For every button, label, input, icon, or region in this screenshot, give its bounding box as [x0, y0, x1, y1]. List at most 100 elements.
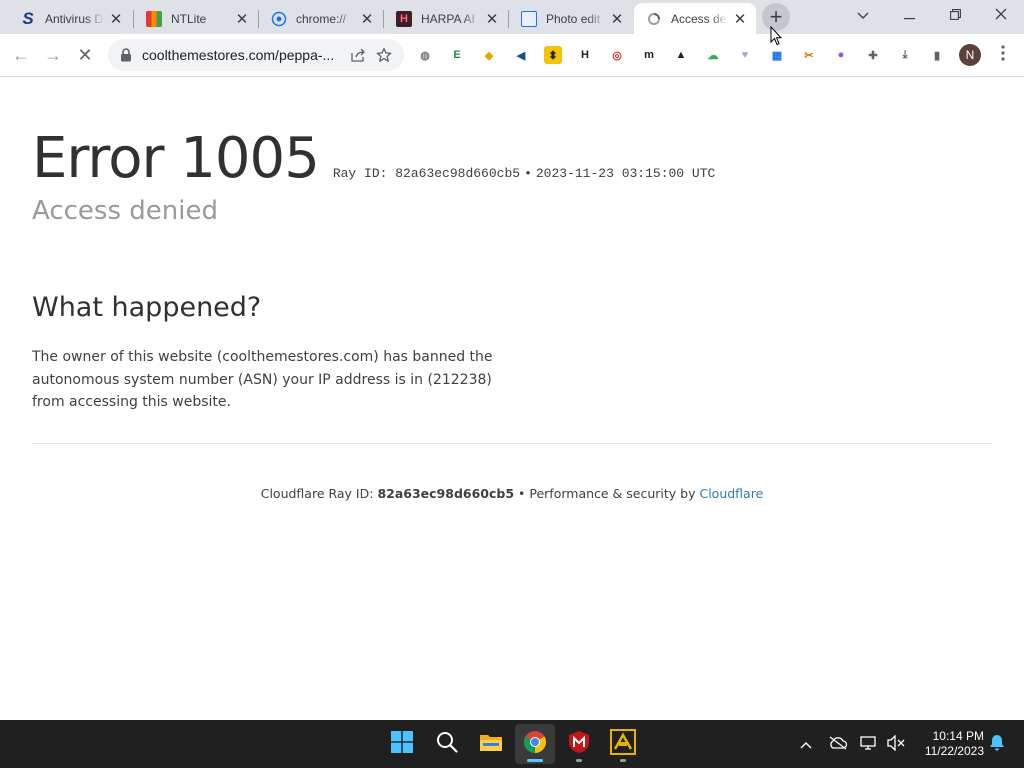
address-bar[interactable]: coolthemestores.com/peppa-...	[108, 39, 404, 71]
mask-extension-icon[interactable]: ▲	[672, 46, 690, 64]
file-explorer-icon	[479, 732, 503, 757]
ntlite-taskbar-button[interactable]	[603, 724, 643, 764]
close-tab-icon[interactable]: ✕	[359, 11, 375, 28]
loading-icon	[646, 11, 662, 27]
volume-tray-button[interactable]	[884, 732, 908, 756]
what-happened-heading: What happened?	[32, 292, 262, 323]
footer-separator: •	[514, 486, 530, 501]
tab-ntlite[interactable]: NTLite ✕	[134, 3, 258, 34]
tab-title: Photo edit	[546, 11, 601, 26]
network-icon	[860, 735, 878, 754]
search-button[interactable]	[427, 724, 467, 764]
menu-button[interactable]	[988, 40, 1018, 70]
chevron-down-icon	[857, 7, 869, 23]
close-tab-icon[interactable]: ✕	[609, 11, 625, 28]
target-extension-icon[interactable]: ◎	[608, 46, 626, 64]
close-window-button[interactable]	[978, 0, 1024, 30]
harpa-icon: H	[396, 10, 412, 27]
megaphone-extension-icon[interactable]: ◀	[512, 46, 530, 64]
stop-loading-button[interactable]: ✕	[70, 40, 100, 70]
tab-antivirus[interactable]: S Antivirus D ✕	[8, 3, 132, 34]
close-tab-icon[interactable]: ✕	[108, 11, 124, 28]
notifications-button[interactable]	[985, 732, 1009, 756]
cloudflare-footer: Cloudflare Ray ID: 82a63ec98d660cb5 • Pe…	[0, 486, 1024, 501]
tab-title: Access der	[671, 11, 728, 26]
back-button[interactable]: ←	[6, 40, 36, 70]
footer-ray-id: 82a63ec98d660cb5	[377, 486, 515, 501]
timestamp: 2023-11-23 03:15:00 UTC	[535, 166, 716, 181]
close-tab-icon[interactable]: ✕	[732, 11, 748, 28]
ray-id: Ray ID: 82a63ec98d660cb5	[332, 166, 521, 181]
restore-button[interactable]	[932, 0, 978, 30]
ntlite-icon	[146, 10, 162, 27]
running-indicator	[620, 759, 626, 762]
volume-muted-icon	[887, 733, 905, 754]
shield-extension-icon[interactable]: ◆	[480, 46, 498, 64]
close-tab-icon[interactable]: ✕	[484, 11, 500, 28]
cloudflare-link[interactable]: Cloudflare	[699, 486, 763, 501]
heart-extension-icon[interactable]: ♥	[736, 46, 754, 64]
mcafee-taskbar-button[interactable]	[559, 724, 599, 764]
show-hidden-icons-button[interactable]	[794, 732, 818, 756]
error-title: Error 1005	[32, 126, 320, 191]
forward-arrow-icon: →	[44, 44, 62, 65]
tab-chrome-page[interactable]: chrome:// ✕	[259, 3, 383, 34]
tab-title: chrome://	[296, 11, 347, 26]
active-indicator	[527, 759, 543, 762]
arrows-extension-icon[interactable]: ⬍	[544, 46, 562, 64]
cloud-extension-icon[interactable]: ☁	[704, 46, 722, 64]
running-indicator	[576, 759, 582, 762]
onedrive-tray-button[interactable]	[826, 732, 850, 756]
close-tab-icon[interactable]: ✕	[234, 11, 250, 28]
back-arrow-icon: ←	[12, 44, 30, 65]
lock-icon[interactable]	[120, 48, 134, 62]
windows-start-icon	[391, 730, 413, 758]
search-icon	[436, 731, 458, 758]
divider	[32, 443, 992, 444]
mouse-cursor-icon	[770, 26, 782, 46]
puzzle-extensions-icon[interactable]: ✚	[864, 46, 882, 64]
bell-icon	[989, 734, 1005, 754]
evernote-extension-icon[interactable]: E	[448, 46, 466, 64]
harpa-extension-icon[interactable]: H	[576, 46, 594, 64]
file-explorer-button[interactable]	[471, 724, 511, 764]
minimize-button[interactable]	[886, 0, 932, 30]
chrome-page-icon	[271, 11, 287, 27]
tab-search-button[interactable]	[840, 0, 886, 30]
tab-access-denied[interactable]: Access der ✕	[634, 3, 756, 34]
footer-performance: Performance & security by	[529, 486, 700, 501]
tab-title: Antivirus D	[45, 11, 104, 26]
image-extension-icon[interactable]: ▦	[768, 46, 786, 64]
mcafee-icon	[568, 730, 590, 759]
cloud-off-icon	[828, 735, 848, 753]
download-icon[interactable]: ⤓	[896, 46, 914, 64]
clock-date: 11/22/2023	[924, 744, 984, 758]
footer-ray-label: Cloudflare Ray ID:	[260, 486, 378, 501]
color-extension-icon[interactable]: ●	[832, 46, 850, 64]
profile-avatar[interactable]: N	[959, 44, 981, 66]
url-text[interactable]: coolthemestores.com/peppa-...	[142, 47, 344, 63]
stop-icon: ✕	[77, 44, 93, 65]
kebab-menu-icon	[1001, 44, 1005, 66]
restore-icon	[949, 7, 961, 23]
forward-button[interactable]: →	[38, 40, 68, 70]
tab-strip: S Antivirus D ✕ NTLite ✕ chrome:// ✕ H H…	[0, 0, 1024, 34]
chevron-up-icon	[800, 737, 812, 752]
network-tray-button[interactable]	[857, 732, 881, 756]
tab-title: NTLite	[171, 11, 207, 26]
taskbar: 10:14 PM 11/22/2023	[0, 720, 1024, 768]
chrome-taskbar-button[interactable]	[515, 724, 555, 764]
share-icon[interactable]	[346, 43, 370, 67]
ntlite-app-icon	[610, 728, 636, 760]
globe-extension-icon[interactable]: ◍	[416, 46, 434, 64]
s-logo-icon: S	[22, 8, 34, 28]
system-clock[interactable]: 10:14 PM 11/22/2023	[908, 729, 984, 759]
start-button[interactable]	[382, 724, 422, 764]
scissors-extension-icon[interactable]: ✂	[800, 46, 818, 64]
m-extension-icon[interactable]: m	[640, 46, 658, 64]
browser-toolbar: ← → ✕ coolthemestores.com/peppa-... ◍ E ◆ ◀…	[0, 34, 1024, 77]
tab-harpa[interactable]: H HARPA AI ✕	[384, 3, 508, 34]
tab-photo-editor[interactable]: Photo edit ✕	[509, 3, 633, 34]
bookmark-star-icon[interactable]	[372, 43, 396, 67]
side-panel-icon[interactable]: ▮	[928, 46, 946, 64]
